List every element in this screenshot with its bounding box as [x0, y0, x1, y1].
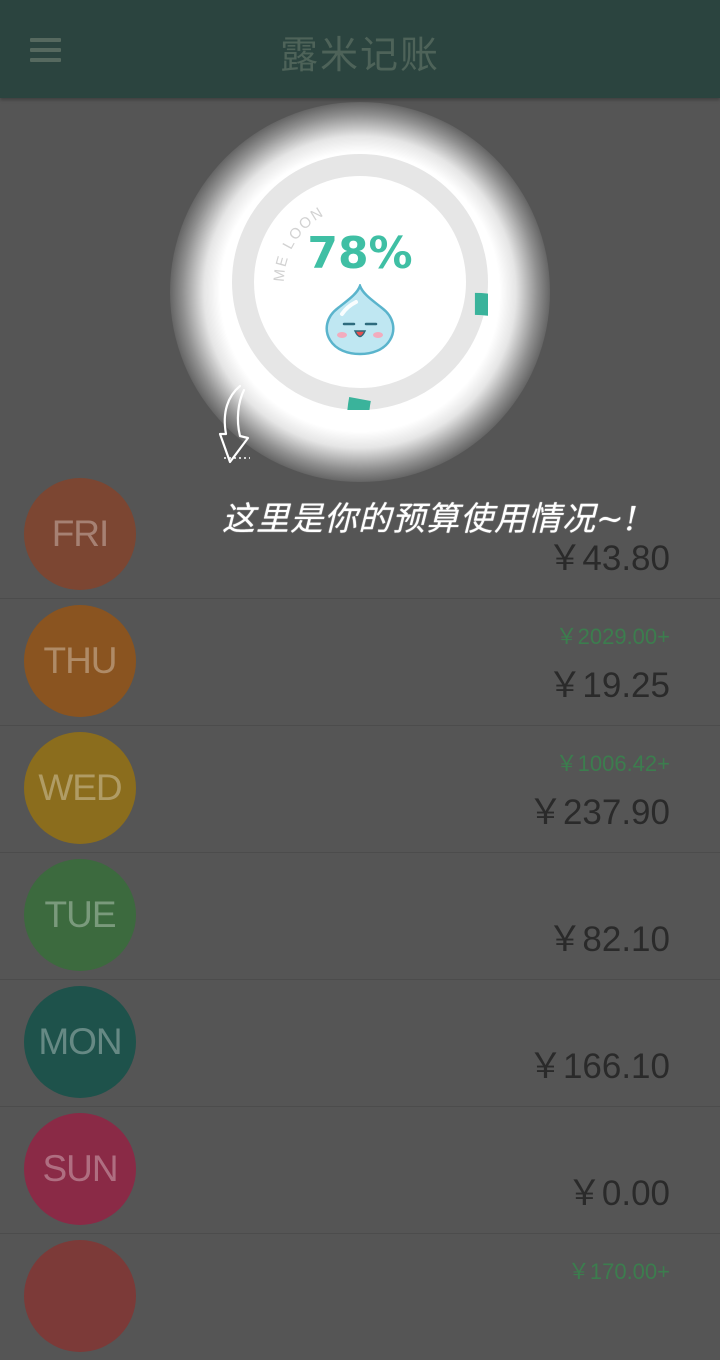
income-amount: ￥170.00+: [567, 1259, 670, 1284]
income-amount: ￥2029.00+: [555, 624, 670, 649]
expense-amount: ￥166.10: [527, 1047, 670, 1086]
day-badge: WED: [24, 732, 136, 844]
app-bar: 露米记账: [0, 0, 720, 98]
budget-progress-ring[interactable]: ME LOON: [232, 154, 488, 410]
day-row-wed[interactable]: WED ￥1006.42+ ￥237.90: [0, 726, 720, 853]
expense-amount: ￥19.25: [547, 666, 670, 705]
day-badge: [24, 1240, 136, 1352]
day-badge: THU: [24, 605, 136, 717]
day-row-sun[interactable]: SUN ￥0.00: [0, 1107, 720, 1234]
day-badge: MON: [24, 986, 136, 1098]
expense-amount: ￥237.90: [527, 793, 670, 832]
expense-amount: ￥82.10: [547, 920, 670, 959]
income-amount: ￥1006.42+: [555, 751, 670, 776]
day-badge: FRI: [24, 478, 136, 590]
day-row-sat[interactable]: ￥170.00+: [0, 1234, 720, 1360]
day-row-mon[interactable]: MON ￥166.10: [0, 980, 720, 1107]
hand-drawn-arrow-icon: [218, 384, 250, 464]
hint-text: 这里是你的预算使用情况~!: [222, 499, 639, 538]
day-badge: TUE: [24, 859, 136, 971]
budget-percent: 78%: [307, 228, 413, 279]
app-title: 露米记账: [279, 33, 440, 77]
day-row-thu[interactable]: THU ￥2029.00+ ￥19.25: [0, 599, 720, 726]
day-badge: SUN: [24, 1113, 136, 1225]
expense-amount: ￥0.00: [566, 1174, 670, 1213]
water-drop-mascot-icon: [325, 284, 395, 356]
day-row-tue[interactable]: TUE ￥82.10: [0, 853, 720, 980]
